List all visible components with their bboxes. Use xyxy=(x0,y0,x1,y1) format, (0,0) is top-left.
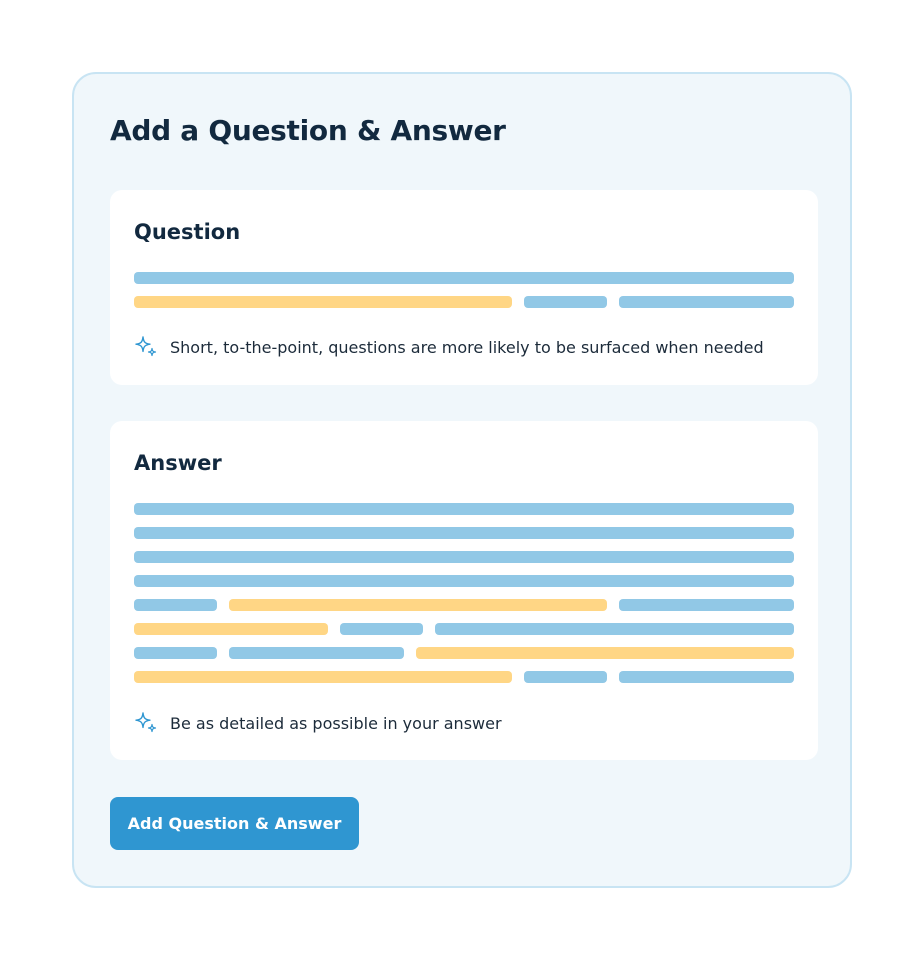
answer-label: Answer xyxy=(134,451,222,475)
text-line xyxy=(134,527,794,539)
text-line xyxy=(134,296,794,308)
text-line xyxy=(134,575,794,587)
highlight-placeholder xyxy=(134,671,512,683)
question-hint-text: Short, to-the-point, questions are more … xyxy=(170,337,764,357)
text-placeholder xyxy=(134,551,794,563)
question-hint: Short, to-the-point, questions are more … xyxy=(134,335,764,359)
text-placeholder xyxy=(619,671,794,683)
text-line xyxy=(134,623,794,635)
text-placeholder xyxy=(134,599,217,611)
add-question-answer-button[interactable]: Add Question & Answer xyxy=(110,797,359,850)
text-line xyxy=(134,647,794,659)
text-placeholder xyxy=(134,503,794,515)
sparkle-icon xyxy=(135,712,157,733)
text-line xyxy=(134,503,794,515)
answer-input[interactable] xyxy=(134,503,794,695)
highlight-placeholder xyxy=(229,599,607,611)
page-title: Add a Question & Answer xyxy=(110,114,506,147)
highlight-placeholder xyxy=(134,623,328,635)
text-line xyxy=(134,551,794,563)
text-placeholder xyxy=(134,272,794,284)
text-placeholder xyxy=(134,575,794,587)
text-placeholder xyxy=(134,647,217,659)
text-placeholder xyxy=(340,623,423,635)
text-placeholder xyxy=(435,623,794,635)
question-card: Question Short, to-the-point, questions … xyxy=(110,190,818,385)
answer-hint: Be as detailed as possible in your answe… xyxy=(134,711,502,735)
text-placeholder xyxy=(619,599,794,611)
text-placeholder xyxy=(134,527,794,539)
text-placeholder xyxy=(229,647,404,659)
question-label: Question xyxy=(134,220,241,244)
sparkle-icon xyxy=(135,336,157,357)
text-line xyxy=(134,671,794,683)
text-placeholder xyxy=(524,671,607,683)
text-line xyxy=(134,599,794,611)
text-placeholder xyxy=(524,296,607,308)
add-qa-panel: Add a Question & Answer Question Short, … xyxy=(72,72,852,888)
text-line xyxy=(134,272,794,284)
highlight-placeholder xyxy=(416,647,794,659)
text-placeholder xyxy=(619,296,794,308)
answer-card: Answer Be as detailed as possible in you… xyxy=(110,421,818,760)
highlight-placeholder xyxy=(134,296,512,308)
question-input[interactable] xyxy=(134,272,794,320)
answer-hint-text: Be as detailed as possible in your answe… xyxy=(170,713,502,733)
